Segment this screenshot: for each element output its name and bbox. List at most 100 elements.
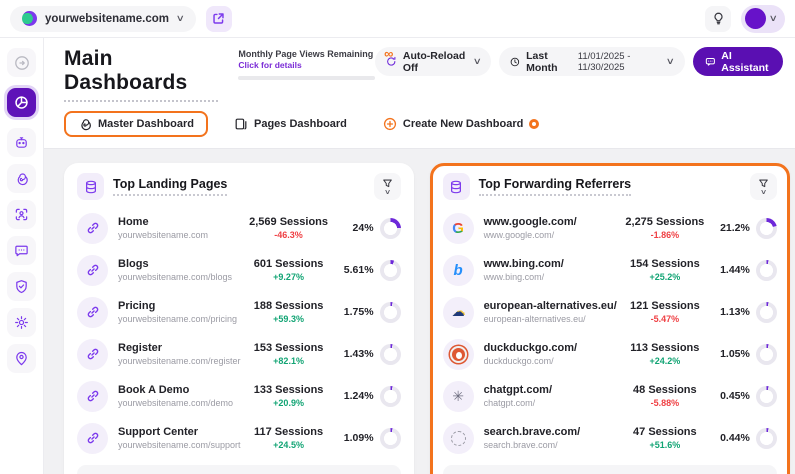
table-row[interactable]: search.brave.com/ search.brave.com/ 47 S… (443, 417, 777, 459)
row-title: chatgpt.com/ (484, 384, 552, 396)
row-url: yourwebsitename.com (118, 230, 208, 240)
chat-icon (14, 243, 29, 258)
view-all-referrers-button[interactable]: View All Referrers (443, 465, 777, 474)
row-sessions: 601 Sessions (241, 258, 337, 270)
share-button[interactable] (206, 6, 232, 32)
chevron-down-icon: ∨ (760, 188, 767, 196)
table-row[interactable]: b www.bing.com/ www.bing.com/ 154 Sessio… (443, 249, 777, 291)
clock-icon (510, 56, 520, 68)
link-icon (77, 339, 108, 370)
external-link-icon (212, 12, 225, 25)
quota-details-link[interactable]: Click for details (238, 60, 375, 70)
link-icon (77, 381, 108, 412)
row-title: european-alternatives.eu/ (484, 300, 617, 312)
page-title: Main Dashboards (64, 47, 218, 102)
sidebar-item-settings[interactable] (7, 308, 36, 337)
sidebar (0, 38, 44, 474)
row-sessions: 154 Sessions (617, 258, 713, 270)
row-share-percent: 1.13% (720, 306, 750, 318)
sidebar-item-bot[interactable] (7, 128, 36, 157)
site-favicon (22, 11, 37, 26)
user-menu[interactable]: ∨ (741, 5, 785, 33)
page-header: Main Dashboards Monthly Page Views Remai… (44, 38, 795, 149)
cards-area: Top Landing Pages ∨ Home yourwebsitename… (44, 149, 795, 474)
ai-assistant-button[interactable]: AI Assistant (693, 47, 783, 76)
table-row[interactable]: Home yourwebsitename.com 2,569 Sessions … (77, 207, 401, 249)
tab-master-dashboard[interactable]: Master Dashboard (64, 111, 208, 137)
row-url: chatgpt.com/ (484, 398, 552, 408)
infinity-icon: ∞ (384, 49, 393, 59)
lightbulb-button[interactable] (705, 6, 731, 32)
sidebar-item-chat[interactable] (7, 236, 36, 265)
row-change: +9.27% (241, 272, 337, 282)
row-share-percent: 21.2% (720, 222, 750, 234)
chevron-down-icon: ∨ (176, 13, 185, 24)
table-row[interactable]: Blogs yourwebsitename.com/blogs 601 Sess… (77, 249, 401, 291)
row-title: www.google.com/ (484, 216, 577, 228)
chevron-down-icon: ∨ (769, 13, 778, 24)
table-row[interactable]: G www.google.com/ www.google.com/ 2,275 … (443, 207, 777, 249)
filter-button[interactable]: ∨ (374, 173, 401, 200)
table-row[interactable]: Support Center yourwebsitename.com/suppo… (77, 417, 401, 459)
row-change: +59.3% (241, 314, 337, 324)
filter-button[interactable]: ∨ (750, 173, 777, 200)
row-share-gauge (380, 386, 401, 407)
new-badge-icon (529, 119, 539, 129)
row-share-percent: 24% (353, 222, 374, 234)
table-row[interactable]: ☁ european-alternatives.eu/ european-alt… (443, 291, 777, 333)
chatgpt-icon: ✳ (443, 381, 474, 412)
sidebar-item-audience[interactable] (7, 200, 36, 229)
location-user-icon (14, 351, 29, 366)
link-icon (77, 213, 108, 244)
avatar (745, 8, 766, 29)
sidebar-item-dashboards[interactable] (7, 88, 36, 117)
sidebar-item-location[interactable] (7, 344, 36, 373)
plus-circle-icon (383, 117, 397, 131)
row-sessions: 48 Sessions (617, 384, 713, 396)
row-share-gauge (380, 344, 401, 365)
row-share-percent: 0.44% (720, 432, 750, 444)
row-title: Blogs (118, 258, 232, 270)
row-url: yourwebsitename.com/pricing (118, 314, 237, 324)
row-share-percent: 1.24% (344, 390, 374, 402)
tab-pages-dashboard[interactable]: Pages Dashboard (224, 111, 357, 137)
european-alternatives-icon: ☁ (443, 297, 474, 328)
table-row[interactable]: duckduckgo.com/ duckduckgo.com/ 113 Sess… (443, 333, 777, 375)
sidebar-item-master[interactable] (7, 164, 36, 193)
row-share-percent: 1.75% (344, 306, 374, 318)
row-share-percent: 5.61% (344, 264, 374, 276)
row-share-percent: 0.45% (720, 390, 750, 402)
row-sessions: 121 Sessions (617, 300, 713, 312)
duckduckgo-icon (443, 339, 474, 370)
dashboard-pie-icon (14, 95, 29, 110)
row-url: duckduckgo.com/ (484, 356, 578, 366)
row-url: yourwebsitename.com/demo (118, 398, 233, 408)
dashboard-tabs: Master Dashboard Pages Dashboard Create … (64, 111, 783, 137)
row-change: -46.3% (241, 230, 337, 240)
row-sessions: 113 Sessions (617, 342, 713, 354)
row-share-gauge (756, 344, 777, 365)
tab-create-new-dashboard[interactable]: Create New Dashboard (373, 111, 549, 137)
row-url: search.brave.com/ (484, 440, 581, 450)
card-title: Top Landing Pages (113, 177, 227, 196)
table-row[interactable]: Book A Demo yourwebsitename.com/demo 133… (77, 375, 401, 417)
database-icon (443, 173, 470, 200)
row-title: Pricing (118, 300, 237, 312)
sidebar-item-security[interactable] (7, 272, 36, 301)
table-row[interactable]: Register yourwebsitename.com/register 15… (77, 333, 401, 375)
date-range-picker[interactable]: Last Month 11/01/2025 - 11/30/2025 ∨ (499, 47, 684, 76)
link-icon (77, 255, 108, 286)
row-title: duckduckgo.com/ (484, 342, 578, 354)
sidebar-collapse-button[interactable] (7, 48, 36, 77)
row-share-gauge (756, 428, 777, 449)
row-change: +25.2% (617, 272, 713, 282)
view-all-landing-pages-button[interactable]: View All Landing Pages (77, 465, 401, 474)
row-share-gauge (756, 386, 777, 407)
table-row[interactable]: Pricing yourwebsitename.com/pricing 188 … (77, 291, 401, 333)
row-url: yourwebsitename.com/register (118, 356, 241, 366)
table-row[interactable]: ✳ chatgpt.com/ chatgpt.com/ 48 Sessions … (443, 375, 777, 417)
site-selector[interactable]: yourwebsitename.com ∨ (10, 6, 196, 32)
row-share-gauge (756, 302, 777, 323)
row-share-percent: 1.09% (344, 432, 374, 444)
tab-label: Pages Dashboard (254, 118, 347, 130)
